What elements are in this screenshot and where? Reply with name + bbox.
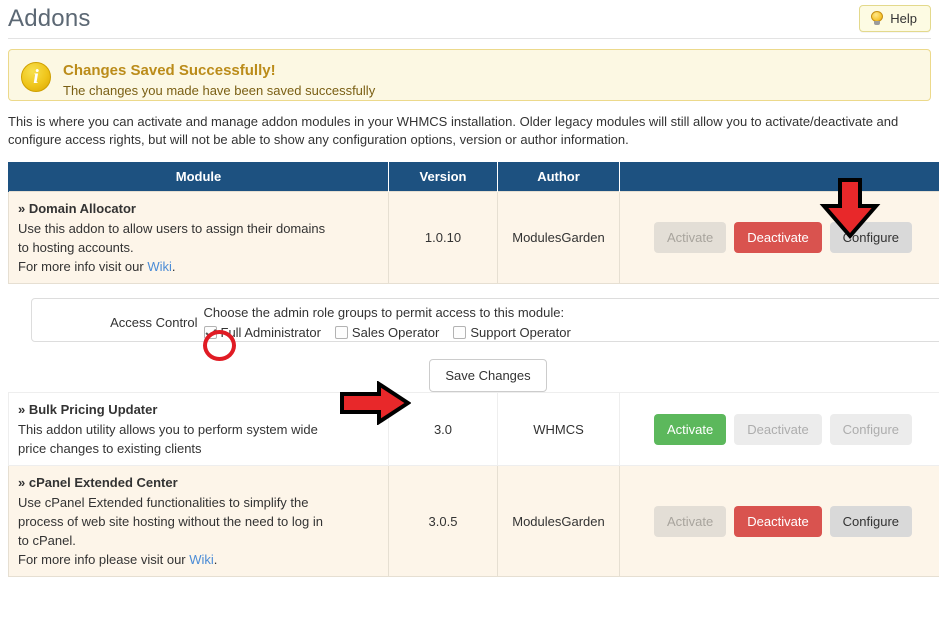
sales-operator-checkbox[interactable]: Sales Operator (334, 323, 440, 342)
activate-button: Activate (654, 505, 727, 537)
module-author: WHMCS (497, 392, 620, 466)
role-label: Support Operator (470, 325, 571, 340)
header-divider (8, 38, 931, 39)
module-cell-domain-allocator: » Domain Allocator Use this addon to all… (8, 191, 389, 284)
help-button[interactable]: Help (859, 5, 931, 32)
alert-title: Changes Saved Successfully! (63, 62, 276, 79)
full-administrator-checkbox[interactable]: Full Administrator (203, 323, 321, 342)
deactivate-button[interactable]: Deactivate (734, 222, 822, 253)
configure-button[interactable]: Configure (829, 505, 913, 537)
action-button-group: Activate Deactivate Configure (629, 222, 939, 253)
module-name: » Domain Allocator (18, 201, 136, 216)
access-control-cell: Access Control Choose the admin role gro… (8, 283, 939, 393)
access-control-instruction: Choose the admin role groups to permit a… (203, 305, 565, 320)
support-operator-checkbox[interactable]: Support Operator (453, 323, 571, 342)
save-row: Save Changes (9, 358, 939, 392)
configure-button[interactable]: Configure (829, 222, 913, 253)
module-description-line: This addon utility allows you to perform… (18, 422, 318, 437)
access-control-label: Access Control (110, 315, 198, 330)
activate-button: Activate (654, 222, 727, 253)
module-description-line: Use cPanel Extended functionalities to s… (18, 495, 309, 510)
access-control-panel: Access Control Choose the admin role gro… (30, 298, 939, 342)
module-name: » Bulk Pricing Updater (18, 402, 158, 417)
wiki-link[interactable]: Wiki (147, 259, 172, 274)
wiki-link[interactable]: Wiki (189, 552, 214, 567)
module-cell-cpanel-extended-center: » cPanel Extended Center Use cPanel Exte… (8, 465, 389, 577)
module-description-line: For more info visit our (18, 259, 148, 274)
action-button-group: Activate Deactivate Configure (629, 505, 939, 537)
checkbox-icon[interactable] (453, 326, 467, 339)
module-description-line: process of web site hosting without the … (18, 514, 323, 529)
table-header-row: Module Version Author (8, 162, 939, 192)
intro-text: This is where you can activate and manag… (8, 114, 899, 147)
table-row: » Domain Allocator Use this addon to all… (8, 191, 939, 284)
addons-table: Module Version Author » Domain Allocator… (8, 162, 939, 577)
lightbulb-icon (870, 11, 884, 26)
help-button-label: Help (890, 11, 917, 26)
module-cell-bulk-pricing-updater: » Bulk Pricing Updater This addon utilit… (8, 392, 389, 466)
checkbox-icon-checked[interactable] (203, 326, 217, 339)
module-description-line: price changes to existing clients (18, 441, 202, 456)
column-header-actions (619, 162, 939, 192)
role-label: Sales Operator (351, 325, 440, 340)
checkbox-icon[interactable] (334, 326, 348, 339)
module-actions: Activate Deactivate Configure (619, 191, 939, 284)
module-description-line: For more info please visit our (18, 552, 190, 567)
deactivate-button[interactable]: Deactivate (734, 505, 822, 537)
module-actions: Activate Deactivate Configure (619, 392, 939, 466)
module-version: 1.0.10 (388, 191, 498, 284)
module-description: This addon utility allows you to perform… (18, 420, 379, 458)
module-author: ModulesGarden (497, 191, 620, 284)
table-row: » cPanel Extended Center Use cPanel Exte… (8, 465, 939, 577)
page-header: Addons Help (0, 0, 939, 38)
column-header-module: Module (8, 162, 389, 192)
module-actions: Activate Deactivate Configure (619, 465, 939, 577)
table-row: » Bulk Pricing Updater This addon utilit… (8, 392, 939, 466)
module-name: » cPanel Extended Center (18, 475, 178, 490)
module-description-line: to cPanel. (18, 533, 76, 548)
module-description-line: Use this addon to allow users to assign … (18, 221, 326, 236)
configure-button: Configure (829, 413, 913, 445)
info-icon: i (21, 62, 51, 92)
save-changes-button[interactable]: Save Changes (429, 358, 547, 392)
access-control-body: Choose the admin role groups to permit a… (203, 299, 581, 342)
role-label: Full Administrator (220, 325, 321, 340)
role-checkbox-list: Full Administrator Sales Operator Suppor… (203, 323, 581, 342)
success-alert: i Changes Saved Successfully! The change… (8, 49, 931, 101)
addons-table-wrapper: Module Version Author » Domain Allocator… (0, 162, 939, 577)
access-control-row: Access Control Choose the admin role gro… (8, 283, 939, 393)
alert-message: The changes you made have been saved suc… (63, 83, 376, 98)
module-description-line: . (171, 259, 176, 274)
deactivate-button: Deactivate (734, 413, 822, 445)
module-description: Use cPanel Extended functionalities to s… (18, 493, 379, 569)
module-version: 3.0 (388, 392, 498, 466)
module-description-line: . (213, 552, 218, 567)
page-title: Addons (8, 5, 91, 32)
module-description-line: to hosting accounts. (18, 240, 134, 255)
activate-button[interactable]: Activate (654, 413, 727, 445)
column-header-version: Version (388, 162, 498, 192)
column-header-author: Author (497, 162, 620, 192)
module-version: 3.0.5 (388, 465, 498, 577)
action-button-group: Activate Deactivate Configure (629, 413, 939, 445)
module-description: Use this addon to allow users to assign … (18, 219, 379, 276)
module-author: ModulesGarden (497, 465, 620, 577)
